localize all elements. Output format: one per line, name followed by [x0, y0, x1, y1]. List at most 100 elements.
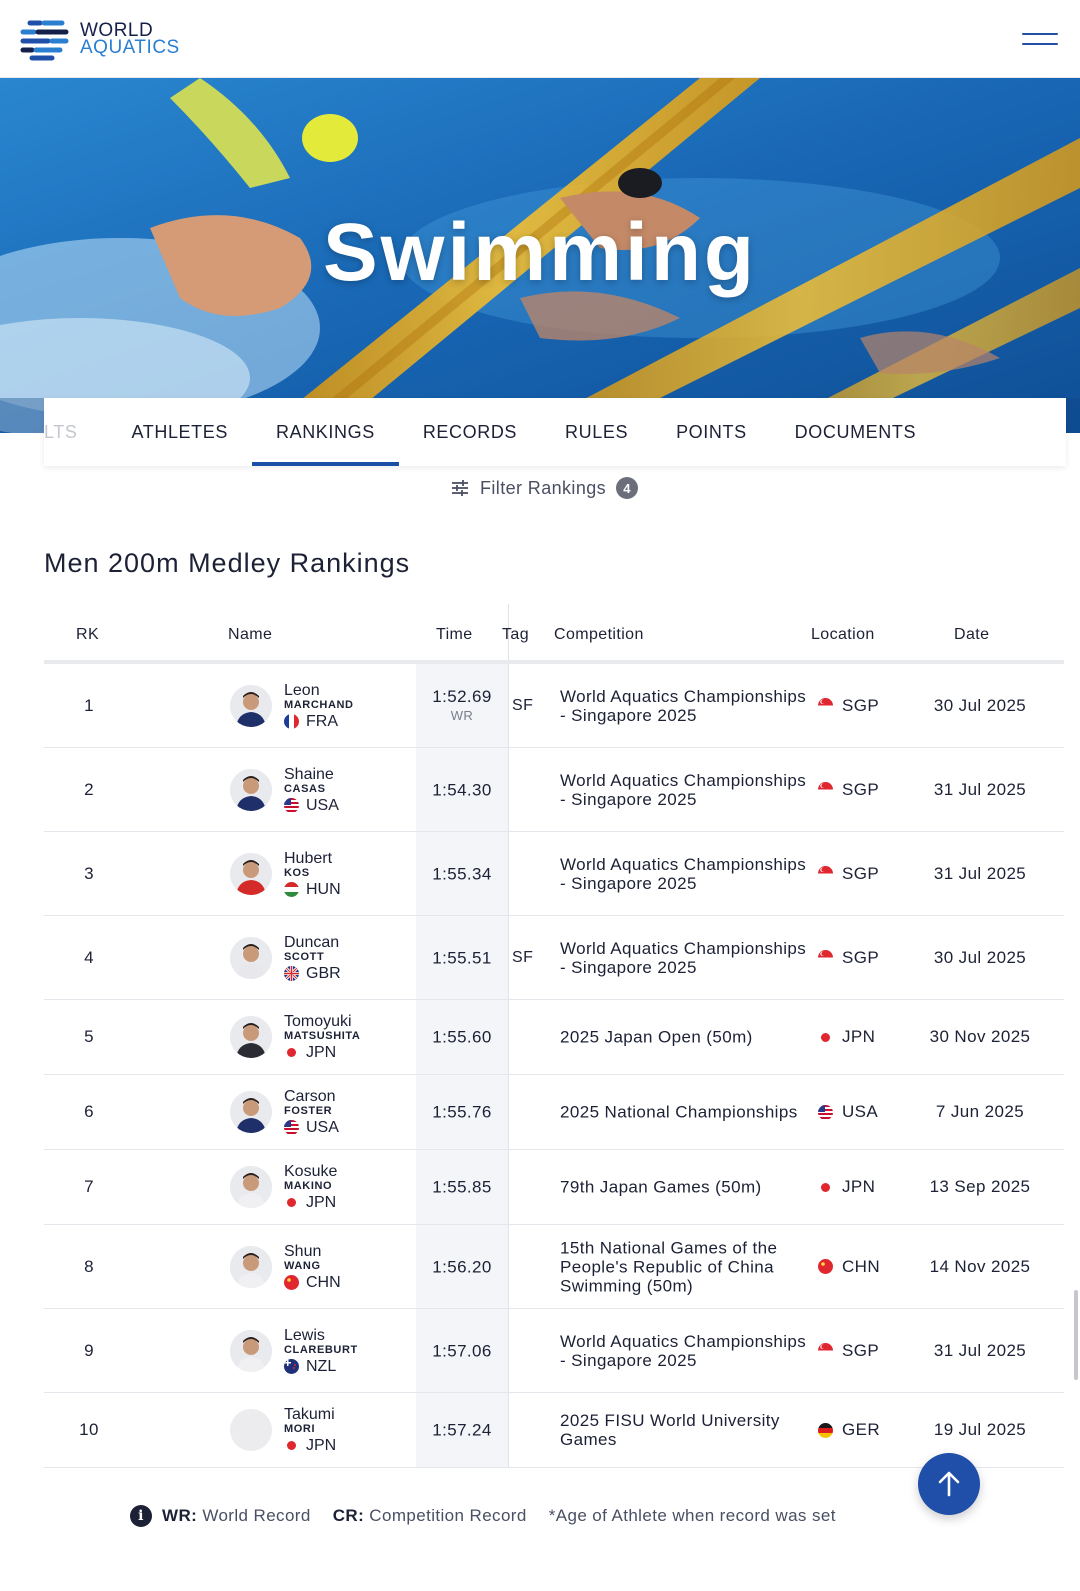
athlete-nation: NZL: [306, 1357, 337, 1375]
location: SGP: [818, 864, 879, 884]
athlete-last-name[interactable]: MAKINO: [284, 1179, 337, 1194]
filter-count-badge: 4: [616, 477, 639, 499]
location-code: JPN: [842, 1027, 876, 1046]
header-location[interactable]: Location: [811, 626, 875, 644]
athlete-first-name[interactable]: Takumi: [284, 1407, 336, 1423]
tab-rules[interactable]: RULES: [541, 398, 652, 466]
athlete-name[interactable]: Hubert KOS HUN: [284, 850, 341, 897]
table-row[interactable]: 4 Duncan SCOTT GBR 1:55.51 SF World Aquatics C…: [44, 916, 1064, 1000]
tab-athletes[interactable]: ATHLETES: [107, 398, 252, 466]
scroll-to-top-button[interactable]: [918, 1453, 980, 1515]
swim-time: 1:55.85: [416, 1178, 508, 1197]
time-value: 1:55.60: [432, 1027, 492, 1047]
location: SGP: [818, 1341, 879, 1361]
table-row[interactable]: 3 Hubert KOS HUN 1:55.34 World Aquatics Champ…: [44, 832, 1064, 916]
table-row[interactable]: 7 Kosuke MAKINO JPN 1:55.85 79th Japan Games …: [44, 1150, 1064, 1225]
tab-rankings[interactable]: RANKINGS: [251, 398, 399, 466]
athlete-first-name[interactable]: Carson: [284, 1089, 339, 1105]
competition-name[interactable]: World Aquatics Championships - Singapore…: [560, 939, 810, 977]
athlete-last-name[interactable]: MARCHAND: [284, 698, 354, 713]
table-body: 1 Leon MARCHAND FRA 1:52.69 WR SF World Aquatic…: [44, 664, 1064, 1468]
nation-flag-icon: [284, 881, 299, 897]
athlete-name[interactable]: Tomoyuki MATSUSHITA JPN: [284, 1014, 360, 1061]
date-value: 30 Nov 2025: [929, 1027, 1031, 1046]
athlete-name[interactable]: Duncan SCOTT GBR: [284, 934, 341, 981]
header-time[interactable]: Time: [436, 626, 473, 644]
athlete-name[interactable]: Shaine CASAS USA: [284, 766, 339, 813]
time-value: 1:55.85: [432, 1177, 492, 1197]
tab-results[interactable]: LTS: [44, 398, 107, 466]
location-code: SGP: [842, 779, 880, 799]
table-row[interactable]: 6 Carson FOSTER USA 1:55.76 2025 National Cha…: [44, 1075, 1064, 1150]
competition-name[interactable]: World Aquatics Championships - Singapore…: [560, 1332, 810, 1370]
athlete-avatar[interactable]: [230, 1091, 272, 1133]
rank-value: 3: [84, 863, 94, 883]
competition-name[interactable]: World Aquatics Championships - Singapore…: [560, 855, 810, 893]
header-date[interactable]: Date: [954, 626, 989, 644]
athlete-first-name[interactable]: Tomoyuki: [284, 1014, 360, 1030]
athlete-first-name[interactable]: Shun: [284, 1243, 341, 1259]
athlete-avatar[interactable]: [230, 936, 272, 979]
table-row[interactable]: 1 Leon MARCHAND FRA 1:52.69 WR SF World Aquatic…: [44, 664, 1064, 748]
athlete-name[interactable]: Takumi MORI JPN: [284, 1407, 336, 1454]
athlete-nation: FRA: [306, 712, 338, 730]
location: JPN: [818, 1177, 875, 1197]
hamburger-menu-icon[interactable]: [1022, 29, 1058, 49]
athlete-avatar[interactable]: [230, 1245, 272, 1288]
athlete-avatar[interactable]: [230, 1166, 272, 1208]
athlete-name[interactable]: Kosuke MAKINO JPN: [284, 1164, 337, 1211]
athlete-name[interactable]: Carson FOSTER USA: [284, 1089, 339, 1136]
world-aquatics-logo[interactable]: WORLD AQUATICS: [20, 17, 180, 61]
competition-name[interactable]: 2025 National Championships: [560, 1103, 810, 1122]
athlete-first-name[interactable]: Duncan: [284, 934, 341, 950]
athlete-name[interactable]: Lewis CLAREBURT NZL: [284, 1327, 358, 1375]
athlete-first-name[interactable]: Lewis: [284, 1327, 358, 1343]
athlete-last-name[interactable]: MATSUSHITA: [284, 1029, 360, 1044]
competition-name[interactable]: World Aquatics Championships - Singapore…: [560, 687, 810, 725]
header-rk[interactable]: RK: [76, 626, 99, 644]
athlete-last-name[interactable]: FOSTER: [284, 1104, 339, 1119]
athlete-last-name[interactable]: KOS: [284, 866, 341, 881]
athlete-name[interactable]: Shun WANG CHN: [284, 1243, 341, 1290]
tab-points[interactable]: POINTS: [652, 398, 771, 466]
competition-name[interactable]: 15th National Games of the People's Repu…: [560, 1238, 810, 1295]
nation-flag-icon: [284, 1438, 299, 1453]
athlete-last-name[interactable]: CASAS: [284, 782, 339, 797]
header-competition[interactable]: Competition: [554, 626, 644, 644]
table-row[interactable]: 5 Tomoyuki MATSUSHITA JPN 1:55.60 2025 Japan …: [44, 1000, 1064, 1075]
athlete-last-name[interactable]: SCOTT: [284, 950, 341, 965]
competition-name[interactable]: 79th Japan Games (50m): [560, 1178, 810, 1197]
athlete-avatar[interactable]: [230, 768, 272, 811]
athlete-last-name[interactable]: WANG: [284, 1259, 341, 1274]
tab-documents[interactable]: DOCUMENTS: [771, 398, 940, 466]
competition-name[interactable]: 2025 FISU World University Games: [560, 1411, 810, 1449]
table-row[interactable]: 8 Shun WANG CHN 1:56.20 15th National Games o…: [44, 1225, 1064, 1309]
athlete-first-name[interactable]: Leon: [284, 682, 354, 698]
athlete-last-name[interactable]: MORI: [284, 1422, 336, 1437]
table-row[interactable]: 10 Takumi MORI JPN 1:57.24 2025 FISU World Un…: [44, 1393, 1064, 1468]
location: CHN: [818, 1257, 880, 1277]
athlete-first-name[interactable]: Kosuke: [284, 1164, 337, 1180]
header-name[interactable]: Name: [228, 626, 272, 644]
time-value: 1:57.06: [432, 1341, 492, 1360]
tab-records[interactable]: RECORDS: [399, 398, 541, 466]
legend-cr-value: Competition Record: [369, 1506, 527, 1525]
competition-name[interactable]: World Aquatics Championships - Singapore…: [560, 771, 810, 809]
athlete-avatar[interactable]: [230, 1016, 272, 1058]
table-row[interactable]: 2 Shaine CASAS USA 1:54.30 World Aquatics Cha…: [44, 748, 1064, 832]
athlete-first-name[interactable]: Hubert: [284, 850, 341, 866]
athlete-last-name[interactable]: CLAREBURT: [284, 1343, 358, 1358]
athlete-first-name[interactable]: Shaine: [284, 766, 339, 782]
competition-name[interactable]: 2025 Japan Open (50m): [560, 1028, 810, 1047]
athlete-avatar[interactable]: [230, 1329, 272, 1372]
page-scrollbar[interactable]: [1074, 1290, 1078, 1380]
records-legend: i WR: World Record CR: Competition Recor…: [130, 1505, 836, 1527]
athlete-name[interactable]: Leon MARCHAND FRA: [284, 682, 354, 730]
athlete-avatar[interactable]: [230, 852, 272, 895]
athlete-avatar[interactable]: [230, 1409, 272, 1451]
athlete-avatar[interactable]: [230, 684, 272, 727]
site-header: WORLD AQUATICS: [0, 0, 1080, 78]
table-row[interactable]: 9 Lewis CLAREBURT NZL 1:57.06 World Aquatics …: [44, 1309, 1064, 1393]
filter-rankings-button[interactable]: Filter Rankings 4: [450, 477, 639, 499]
logo-mark-icon: [20, 20, 69, 60]
